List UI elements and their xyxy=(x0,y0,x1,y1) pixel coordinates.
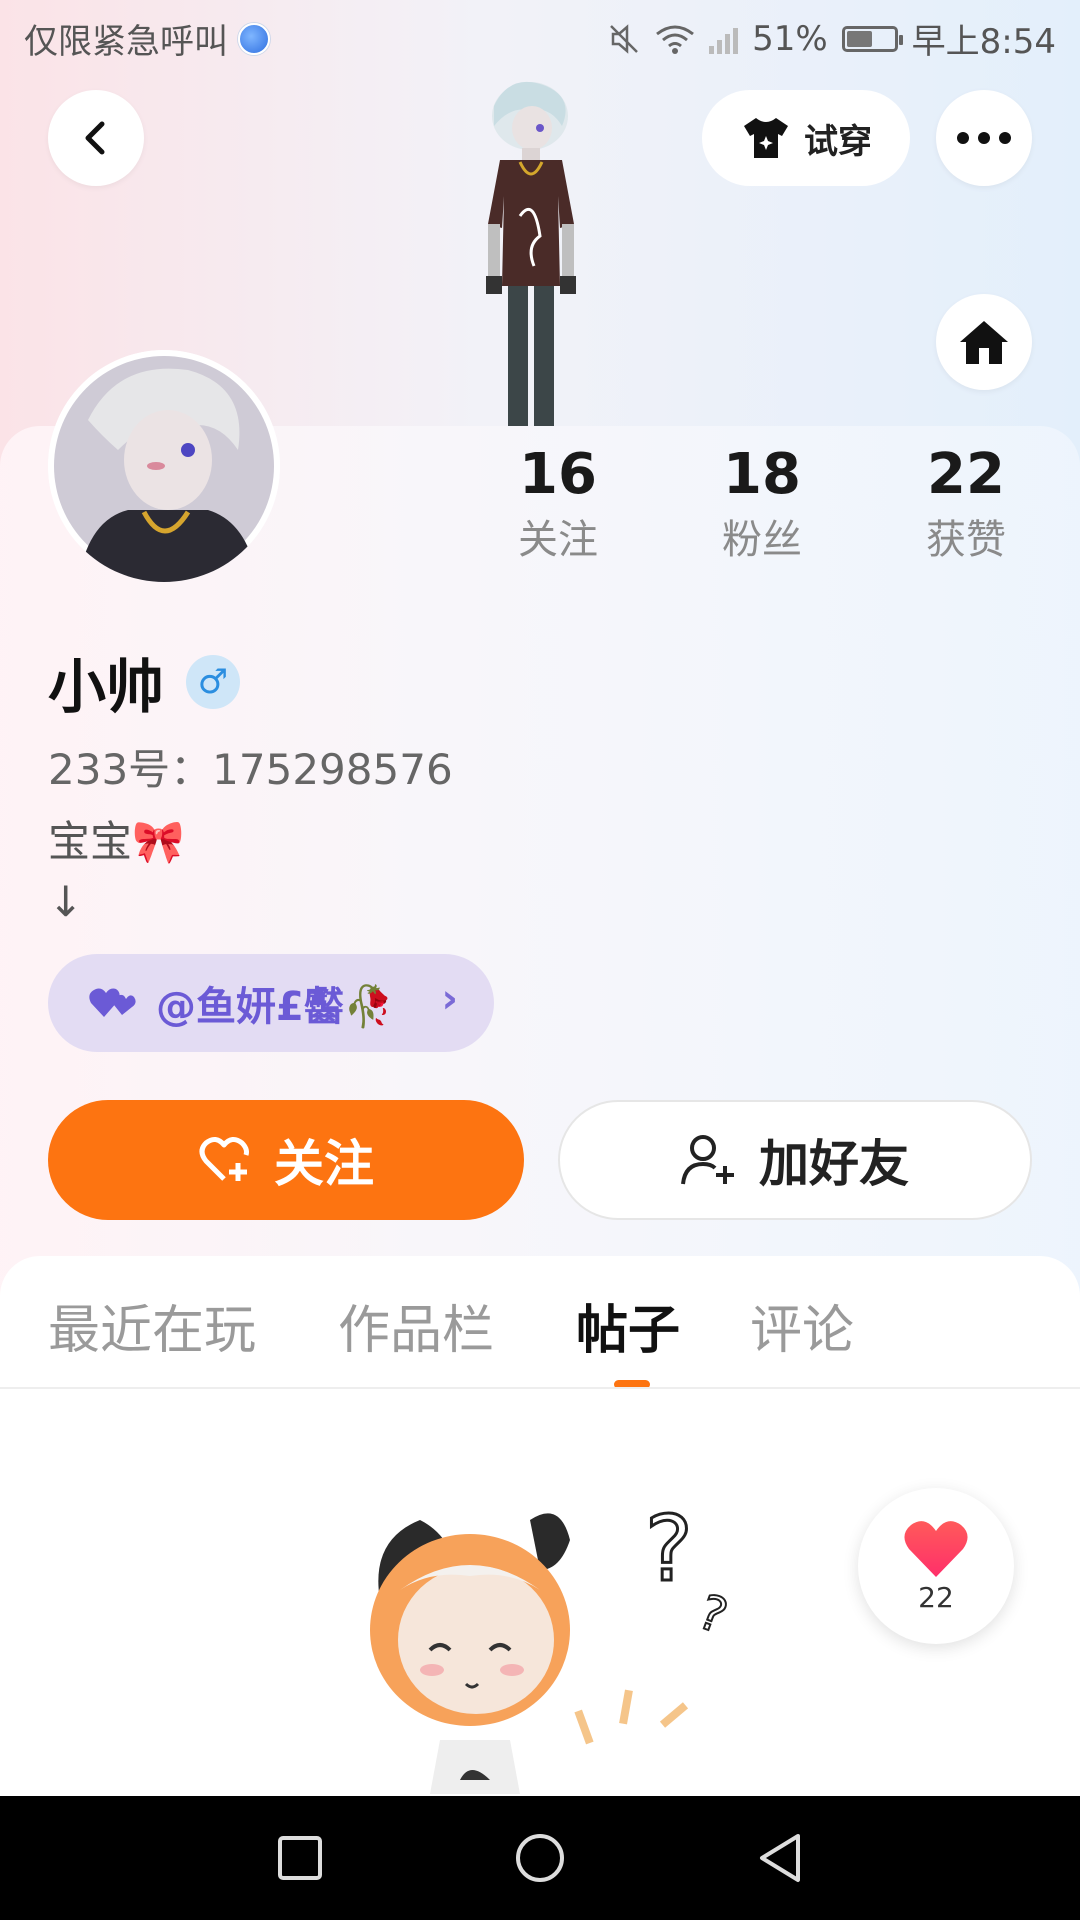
stat-following-value: 16 xyxy=(519,442,597,507)
svg-text:?: ? xyxy=(691,1584,734,1645)
status-left: 仅限紧急呼叫 xyxy=(24,14,270,63)
tab-comments[interactable]: 评论 xyxy=(750,1296,854,1366)
stat-followers[interactable]: 18 粉丝 xyxy=(682,440,842,570)
recents-square-icon[interactable] xyxy=(270,1828,330,1888)
follow-label: 关注 xyxy=(274,1135,374,1193)
stat-following-label: 关注 xyxy=(518,517,598,563)
back-button[interactable] xyxy=(48,90,144,186)
system-nav-bar xyxy=(0,1796,1080,1920)
tab-works[interactable]: 作品栏 xyxy=(338,1296,494,1366)
try-on-button[interactable]: 试穿 xyxy=(702,90,910,186)
profile-name: 小帅 xyxy=(48,653,165,721)
home-icon xyxy=(960,321,1008,364)
battery-icon xyxy=(841,25,903,52)
mute-icon xyxy=(610,23,638,54)
signal-icon xyxy=(709,24,739,54)
chevron-left-icon xyxy=(85,121,105,155)
name-row: 小帅 ♂ xyxy=(48,640,241,724)
double-heart-icon xyxy=(89,988,136,1017)
follow-button[interactable]: 关注 xyxy=(48,1100,524,1220)
chevron-right-icon: › xyxy=(441,976,458,1022)
profile-stats: 16 关注 18 粉丝 22 获赞 xyxy=(0,440,1080,590)
status-right: 51% 早上8:54 xyxy=(607,14,1056,63)
stat-followers-value: 18 xyxy=(723,442,801,507)
carrier-text: 仅限紧急呼叫 xyxy=(24,22,228,62)
like-count: 22 xyxy=(918,1580,954,1614)
stat-likes-value: 22 xyxy=(927,442,1005,507)
svg-text:?: ? xyxy=(645,1497,693,1602)
clock: 早上8:54 xyxy=(911,22,1056,62)
bio-line-1: 宝宝🎀 xyxy=(48,817,185,866)
tab-posts[interactable]: 帖子 xyxy=(576,1296,680,1366)
try-on-label: 试穿 xyxy=(804,121,872,162)
status-bar: 仅限紧急呼叫 51% 早上8:54 xyxy=(0,0,1080,72)
partner-chip[interactable]: @鱼妍£齾🥀 › xyxy=(48,954,494,1052)
bio-line-2: ↓ xyxy=(48,877,84,926)
globe-icon xyxy=(238,22,270,55)
profile-bio: 宝宝🎀 ↓ xyxy=(48,812,184,932)
like-button[interactable]: 22 xyxy=(858,1488,1014,1644)
wifi-icon xyxy=(656,25,694,54)
avatar-3d-figure[interactable] xyxy=(450,76,610,426)
stat-following[interactable]: 16 关注 xyxy=(478,440,638,570)
more-icon xyxy=(957,132,1011,144)
add-friend-label: 加好友 xyxy=(759,1135,909,1193)
tab-divider xyxy=(0,1387,1080,1389)
gender-male-icon: ♂ xyxy=(186,655,241,709)
back-triangle-icon[interactable] xyxy=(750,1828,810,1888)
tab-bar: 最近在玩 作品栏 帖子 评论 xyxy=(0,1296,1080,1396)
add-friend-button[interactable]: 加好友 xyxy=(558,1100,1032,1220)
tab-recently-played[interactable]: 最近在玩 xyxy=(48,1296,256,1366)
user-id: 233号：175298576 xyxy=(48,745,453,794)
home-circle-icon[interactable] xyxy=(510,1828,570,1888)
battery-percent: 51% xyxy=(752,18,828,59)
more-button[interactable] xyxy=(936,90,1032,186)
add-user-icon xyxy=(681,1135,734,1185)
stat-likes[interactable]: 22 获赞 xyxy=(886,440,1046,570)
stat-followers-label: 粉丝 xyxy=(722,517,802,563)
heart-icon xyxy=(904,1520,968,1577)
heart-plus-icon xyxy=(199,1137,249,1181)
partner-name: @鱼妍£齾🥀 xyxy=(156,984,394,1030)
home-button[interactable] xyxy=(936,294,1032,390)
shirt-icon xyxy=(744,118,788,158)
stat-likes-label: 获赞 xyxy=(926,517,1006,563)
empty-state-illustration: ? ? xyxy=(370,1496,735,1794)
